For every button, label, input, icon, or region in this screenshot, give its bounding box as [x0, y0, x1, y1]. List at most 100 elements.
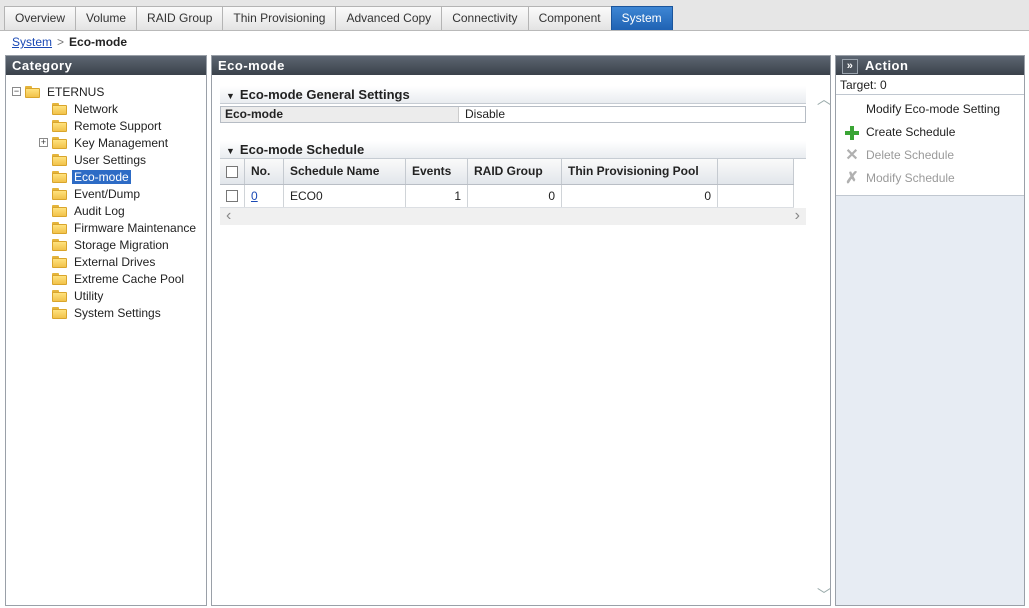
tab-component[interactable]: Component [527, 6, 612, 30]
col-thin-provisioning-pool[interactable]: Thin Provisioning Pool [561, 159, 718, 185]
expand-icon[interactable]: + [39, 138, 48, 147]
tree-item: Event/Dump [12, 185, 206, 202]
folder-icon [52, 255, 67, 268]
col-no[interactable]: No. [244, 159, 284, 185]
plus-icon [844, 125, 860, 141]
modify-eco-mode-setting-action[interactable]: Modify Eco-mode Setting [836, 98, 1024, 121]
scroll-right-icon[interactable]: › [795, 207, 800, 225]
tree-item-firmware-maintenance[interactable]: Firmware Maintenance [72, 221, 198, 235]
scroll-down-icon[interactable]: ﹀ [817, 585, 831, 605]
tree-root: − ETERNUS [12, 83, 206, 100]
main-panel: Eco-mode ▼ Eco-mode General Settings Eco-… [211, 55, 831, 606]
select-all-header [220, 159, 245, 185]
tab-thin-provisioning[interactable]: Thin Provisioning [222, 6, 337, 30]
tree-item: Audit Log [12, 202, 206, 219]
tree-item: Storage Migration [12, 236, 206, 253]
tree-item-remote-support[interactable]: Remote Support [72, 119, 163, 133]
tree-item: Utility [12, 287, 206, 304]
tree-item-eco-mode[interactable]: Eco-mode [72, 169, 131, 184]
category-tree: − ETERNUS Network Remote Support + Key M… [6, 75, 206, 321]
col-raid-group[interactable]: RAID Group [467, 159, 562, 185]
schedule-table: No. Schedule Name Events RAID Group Thin… [220, 159, 794, 208]
breadcrumb-system-link[interactable]: System [12, 35, 52, 49]
row-checkbox[interactable] [226, 190, 238, 203]
action-panel-title: Action [865, 58, 909, 73]
col-events[interactable]: Events [405, 159, 468, 185]
tab-connectivity[interactable]: Connectivity [441, 6, 529, 30]
modify-schedule-action[interactable]: ✗ Modify Schedule [836, 167, 1024, 190]
tree-item: Remote Support [12, 117, 206, 134]
folder-icon [52, 136, 67, 149]
tree-item-eternus[interactable]: ETERNUS [45, 85, 106, 99]
schedule-header[interactable]: ▼ Eco-mode Schedule [220, 141, 806, 159]
tab-overview[interactable]: Overview [4, 6, 77, 30]
breadcrumb: System > Eco-mode [0, 32, 1029, 52]
delete-icon: ✕ [845, 146, 859, 164]
cell-raid-group: 0 [467, 184, 562, 208]
table-row[interactable]: 0 ECO0 1 0 0 [220, 184, 794, 208]
scroll-up-icon[interactable]: ︿ [817, 89, 831, 109]
schedule-no-link[interactable]: 0 [251, 189, 258, 203]
tree-item-extreme-cache-pool[interactable]: Extreme Cache Pool [72, 272, 186, 286]
folder-icon [52, 187, 67, 200]
action-label: Modify Schedule [866, 171, 955, 185]
select-all-checkbox[interactable] [226, 166, 238, 179]
tree-item-storage-migration[interactable]: Storage Migration [72, 238, 171, 252]
collapse-icon[interactable]: − [12, 87, 21, 96]
general-settings-title: Eco-mode General Settings [239, 87, 410, 102]
folder-icon [52, 272, 67, 285]
folder-icon [52, 221, 67, 234]
tree-item-network[interactable]: Network [72, 102, 120, 116]
row-select-cell [220, 184, 245, 208]
tree-item: Firmware Maintenance [12, 219, 206, 236]
tab-list: Overview Volume RAID Group Thin Provisio… [0, 0, 1029, 30]
tree-item: System Settings [12, 304, 206, 321]
folder-icon [52, 119, 67, 132]
tab-advanced-copy[interactable]: Advanced Copy [335, 6, 443, 30]
action-panel: » Action Target: 0 Modify Eco-mode Settin… [835, 55, 1025, 606]
general-settings-header[interactable]: ▼ Eco-mode General Settings [220, 86, 806, 104]
col-schedule-name[interactable]: Schedule Name [283, 159, 406, 185]
folder-icon [52, 204, 67, 217]
modify-icon: ✗ [845, 169, 859, 187]
col-filler [717, 159, 794, 185]
vertical-scrollbar[interactable]: ︿ ﹀ [816, 75, 831, 605]
table-header-row: No. Schedule Name Events RAID Group Thin… [220, 159, 794, 185]
collapse-triangle-icon: ▼ [226, 146, 235, 156]
tree-item-external-drives[interactable]: External Drives [72, 255, 157, 269]
tree-item-system-settings[interactable]: System Settings [72, 306, 163, 320]
delete-schedule-action[interactable]: ✕ Delete Schedule [836, 144, 1024, 167]
main-panel-title: Eco-mode [212, 56, 830, 75]
collapse-panel-icon[interactable]: » [842, 59, 858, 74]
scroll-left-icon[interactable]: ‹ [226, 207, 231, 225]
tab-system[interactable]: System [610, 6, 673, 30]
eco-mode-key: Eco-mode [221, 107, 459, 122]
tree-item-event-dump[interactable]: Event/Dump [72, 187, 142, 201]
main-content: ▼ Eco-mode General Settings Eco-mode Disa… [220, 86, 806, 225]
folder-icon [52, 306, 67, 319]
breadcrumb-current: Eco-mode [69, 35, 128, 49]
horizontal-scrollbar[interactable]: ‹ › [220, 207, 806, 225]
folder-icon [52, 289, 67, 302]
tree-item: External Drives [12, 253, 206, 270]
create-schedule-action[interactable]: Create Schedule [836, 121, 1024, 144]
eco-mode-setting-row: Eco-mode Disable [220, 106, 806, 123]
category-panel: Category − ETERNUS Network Remote Suppor… [5, 55, 207, 606]
tree-item-audit-log[interactable]: Audit Log [72, 204, 127, 218]
tree-item-key-management[interactable]: Key Management [72, 136, 170, 150]
folder-icon [52, 238, 67, 251]
tree-item: User Settings [12, 151, 206, 168]
breadcrumb-separator: > [57, 35, 65, 49]
folder-icon [52, 170, 67, 183]
tree-item: Eco-mode [12, 168, 206, 185]
action-list: Modify Eco-mode Setting Create Schedule … [836, 95, 1024, 196]
action-label: Create Schedule [866, 125, 956, 139]
tab-raid-group[interactable]: RAID Group [136, 6, 224, 30]
folder-icon [52, 153, 67, 166]
cell-schedule-name: ECO0 [283, 184, 406, 208]
action-label: Delete Schedule [866, 148, 955, 162]
tree-item-utility[interactable]: Utility [72, 289, 105, 303]
tab-volume[interactable]: Volume [75, 6, 138, 30]
tree-item: Network [12, 100, 206, 117]
tree-item-user-settings[interactable]: User Settings [72, 153, 148, 167]
